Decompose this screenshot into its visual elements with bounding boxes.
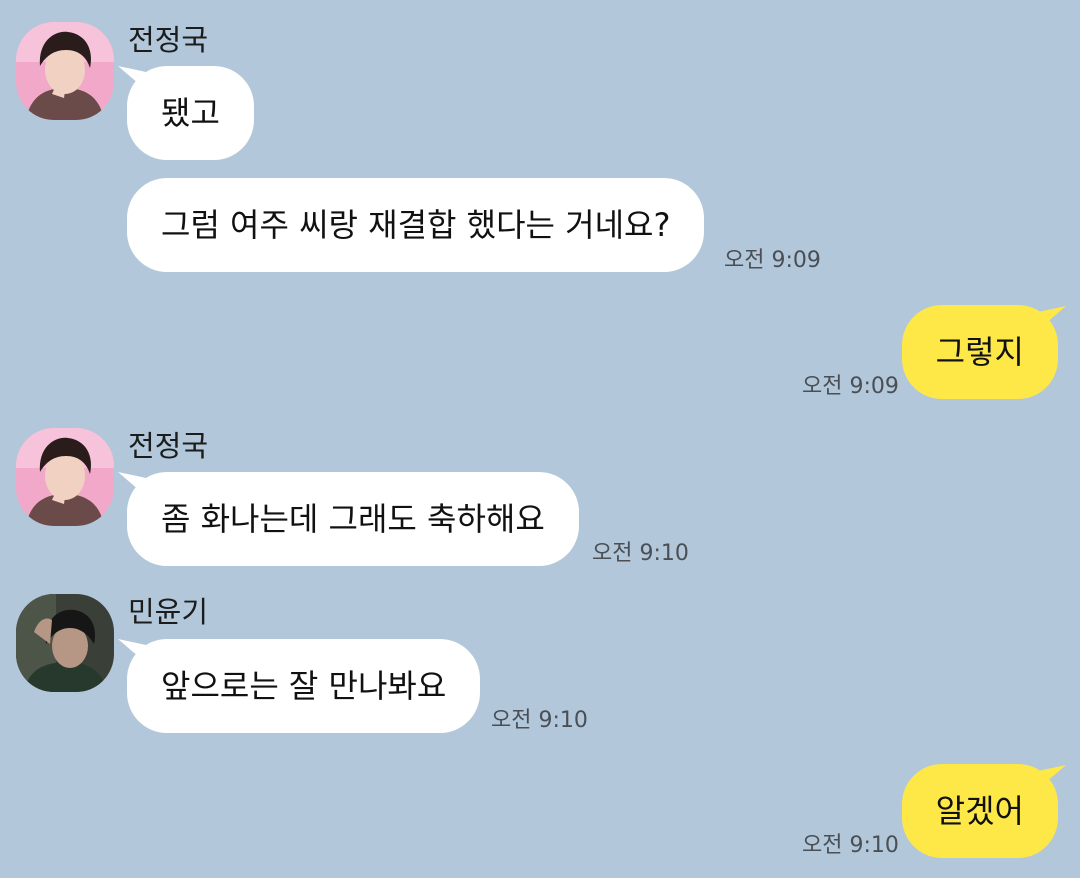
chat-room[interactable]: 전정국 됐고 그럼 여주 씨랑 재결합 했다는 거네요? 오전 9:09 그렇지… — [0, 0, 1080, 878]
message-bubble[interactable]: 됐고 — [127, 66, 254, 160]
sender-name: 전정국 — [128, 23, 209, 57]
message-timestamp: 오전 9:10 — [592, 541, 689, 566]
sender-name: 민윤기 — [128, 595, 209, 629]
message-timestamp: 오전 9:10 — [802, 833, 899, 858]
message-bubble-outgoing[interactable]: 그렇지 — [901, 305, 1058, 399]
message-timestamp: 오전 9:09 — [724, 248, 821, 273]
sender-name: 전정국 — [128, 429, 209, 463]
profile-avatar-jungkook[interactable] — [16, 428, 114, 526]
profile-avatar-jungkook[interactable] — [16, 22, 114, 120]
message-bubble[interactable]: 그럼 여주 씨랑 재결합 했다는 거네요? — [127, 178, 705, 272]
profile-avatar-yoongi[interactable] — [16, 594, 114, 692]
message-bubble[interactable]: 앞으로는 잘 만나봐요 — [127, 639, 481, 733]
message-bubble-outgoing[interactable]: 알겠어 — [901, 764, 1058, 858]
message-timestamp: 오전 9:09 — [802, 374, 899, 399]
message-timestamp: 오전 9:10 — [491, 708, 588, 733]
message-bubble[interactable]: 좀 화나는데 그래도 축하해요 — [127, 472, 579, 566]
